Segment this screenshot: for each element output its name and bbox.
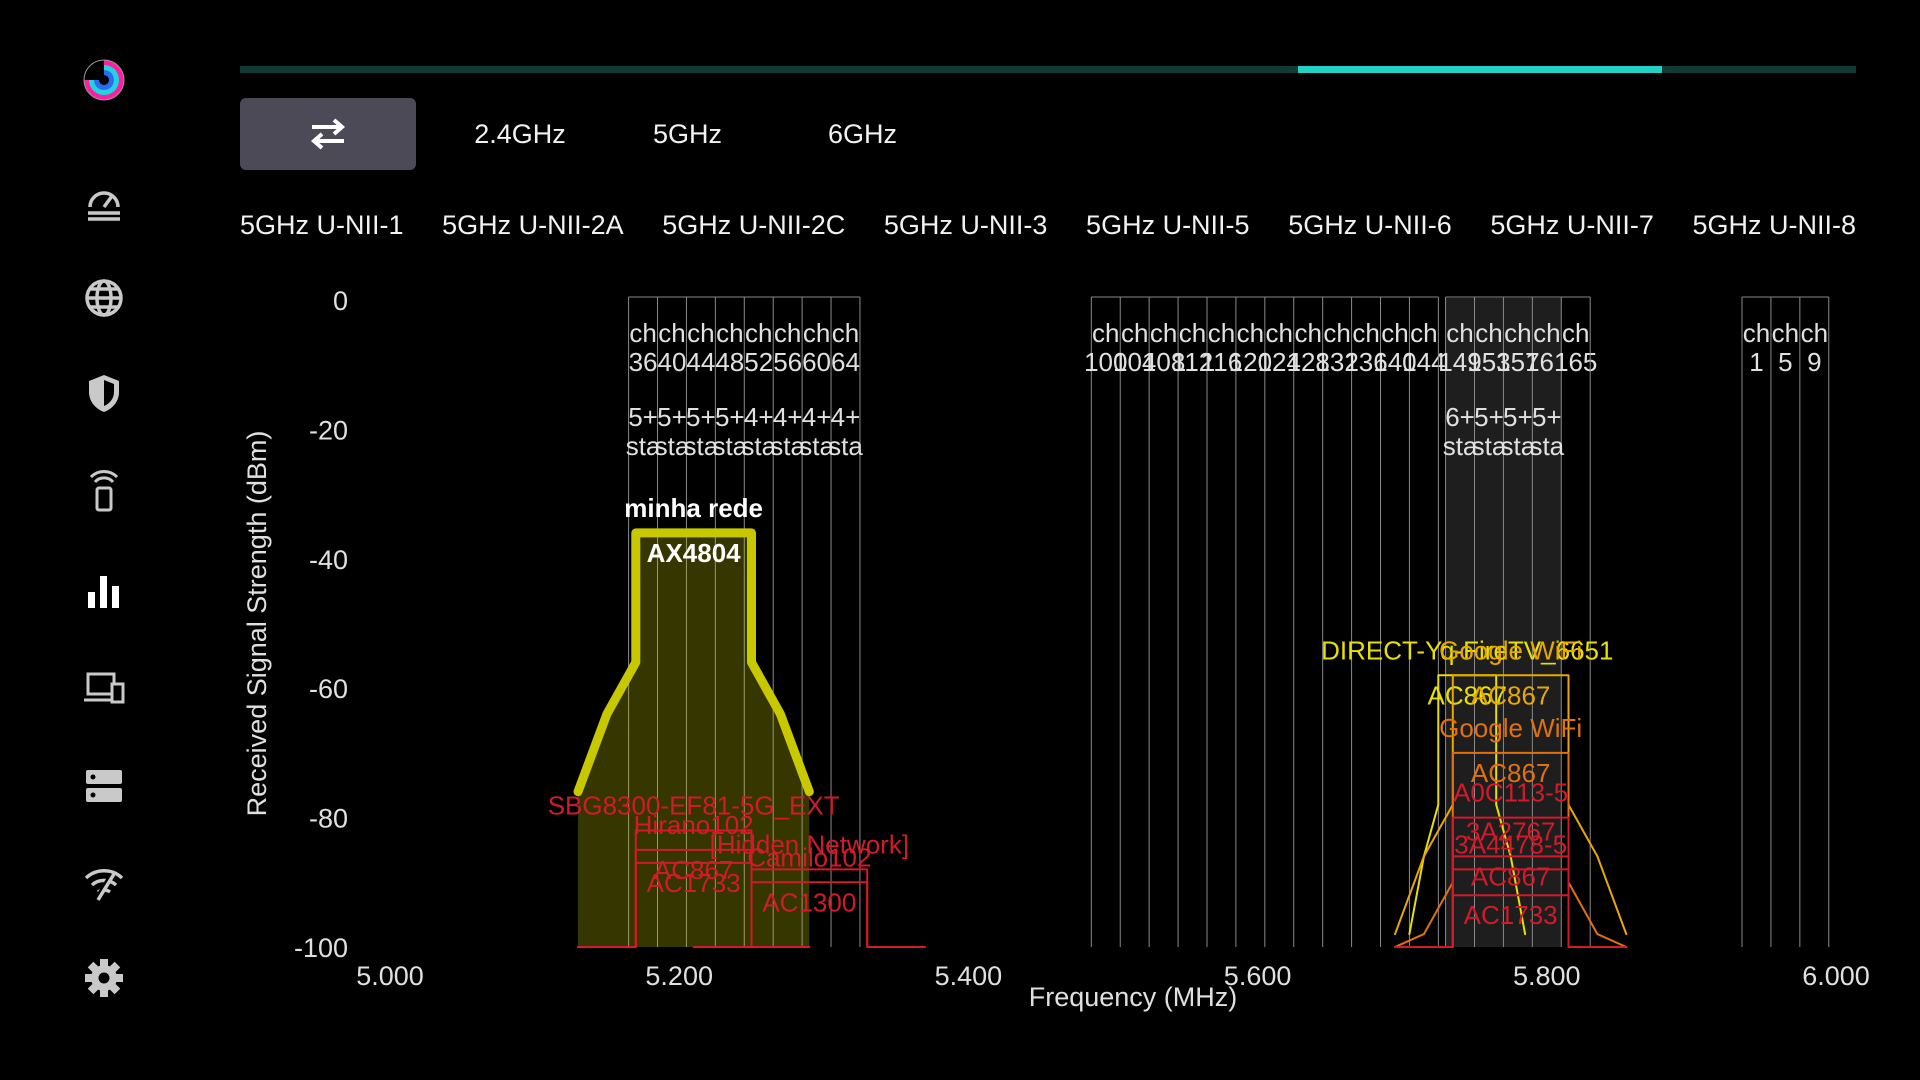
channel-number: 64: [831, 347, 860, 377]
channel-number: 165: [1554, 347, 1597, 377]
station-count: 5+: [657, 402, 687, 432]
channel-label: ch: [1743, 318, 1770, 348]
channel-label: ch: [745, 318, 772, 348]
channel-label: ch: [803, 318, 830, 348]
channel-label: ch: [1179, 318, 1206, 348]
channel-label: ch: [1504, 318, 1531, 348]
channel-label: ch: [832, 318, 859, 348]
channel-label: ch: [1352, 318, 1379, 348]
y-tick-label: -80: [309, 804, 348, 834]
network-standard: AX4804: [647, 538, 741, 568]
channel-label: ch: [1121, 318, 1148, 348]
channel-label: ch: [1446, 318, 1473, 348]
network-name: A0C113-5: [1453, 778, 1568, 808]
channel-label: ch: [687, 318, 714, 348]
channel-label: ch: [629, 318, 656, 348]
channel-graph: ch36ch40ch44ch48ch52ch56ch60ch64ch100ch1…: [242, 286, 1870, 1012]
channel-label: ch: [1533, 318, 1560, 348]
y-tick-label: -40: [309, 545, 348, 575]
station-count: 4+: [802, 402, 832, 432]
station-count: 5+: [1474, 402, 1504, 432]
channel-number: 48: [715, 347, 744, 377]
channel-number: 36: [629, 347, 658, 377]
station-count: 5+: [628, 402, 658, 432]
x-tick-label: 5.400: [935, 961, 1003, 991]
y-tick-label: 0: [333, 286, 348, 316]
channel-label: ch: [716, 318, 743, 348]
x-tick-label: 5.800: [1513, 961, 1581, 991]
channel-label: ch: [1323, 318, 1350, 348]
network-standard: AC1733: [1464, 900, 1558, 930]
channel-number: 44: [686, 347, 715, 377]
channel-label: ch: [1150, 318, 1177, 348]
channel-number: 40: [658, 347, 687, 377]
y-tick-label: -60: [309, 674, 348, 704]
network-standard: AC1733: [647, 868, 741, 898]
channel-number: 5: [1778, 347, 1792, 377]
x-tick-label: 5.000: [356, 961, 424, 991]
channel-label: ch: [1237, 318, 1264, 348]
station-count: 5+: [1532, 402, 1562, 432]
station-count: 4+: [831, 402, 861, 432]
network-name: Google WiFi: [1439, 713, 1582, 743]
channel-label: ch: [1294, 318, 1321, 348]
y-tick-label: -20: [309, 415, 348, 445]
channel-label: ch: [774, 318, 801, 348]
station-count: 5+: [1503, 402, 1533, 432]
channel-label: ch: [1562, 318, 1589, 348]
station-count: 5+: [715, 402, 745, 432]
channel-number: 52: [744, 347, 773, 377]
station-count: 6+: [1445, 402, 1475, 432]
x-tick-label: 5.200: [645, 961, 713, 991]
station-count: 5+: [686, 402, 716, 432]
channel-label: ch: [1772, 318, 1799, 348]
channel-label: ch: [1208, 318, 1235, 348]
channel-label: ch: [1801, 318, 1828, 348]
channel-number: 60: [802, 347, 831, 377]
y-tick-label: -100: [294, 933, 348, 963]
channel-label: ch: [1410, 318, 1437, 348]
network-name: minha rede: [624, 493, 763, 523]
network-name: Google WiFi: [1439, 635, 1582, 665]
channel-number: 1: [1749, 347, 1763, 377]
network-standard: AC1300: [762, 887, 856, 917]
channel-label: ch: [1266, 318, 1293, 348]
x-axis-label: Frequency (MHz): [1029, 982, 1238, 1012]
channel-label: ch: [1092, 318, 1119, 348]
channel-label: ch: [1475, 318, 1502, 348]
channel-label: ch: [1381, 318, 1408, 348]
y-axis-label: Received Signal Strength (dBm): [242, 431, 272, 817]
channel-number: 9: [1807, 347, 1821, 377]
channel-label: ch: [658, 318, 685, 348]
network-name: 3A4478-5: [1454, 829, 1567, 859]
channel-number: 56: [773, 347, 802, 377]
station-label: sta: [828, 431, 863, 461]
network-standard: AC867: [1471, 861, 1551, 891]
station-count: 4+: [744, 402, 774, 432]
station-count: 4+: [773, 402, 803, 432]
station-label: sta: [1529, 431, 1564, 461]
network-name: Camilo102: [747, 842, 871, 872]
x-tick-label: 6.000: [1802, 961, 1870, 991]
network-standard: AC867: [1471, 680, 1551, 710]
